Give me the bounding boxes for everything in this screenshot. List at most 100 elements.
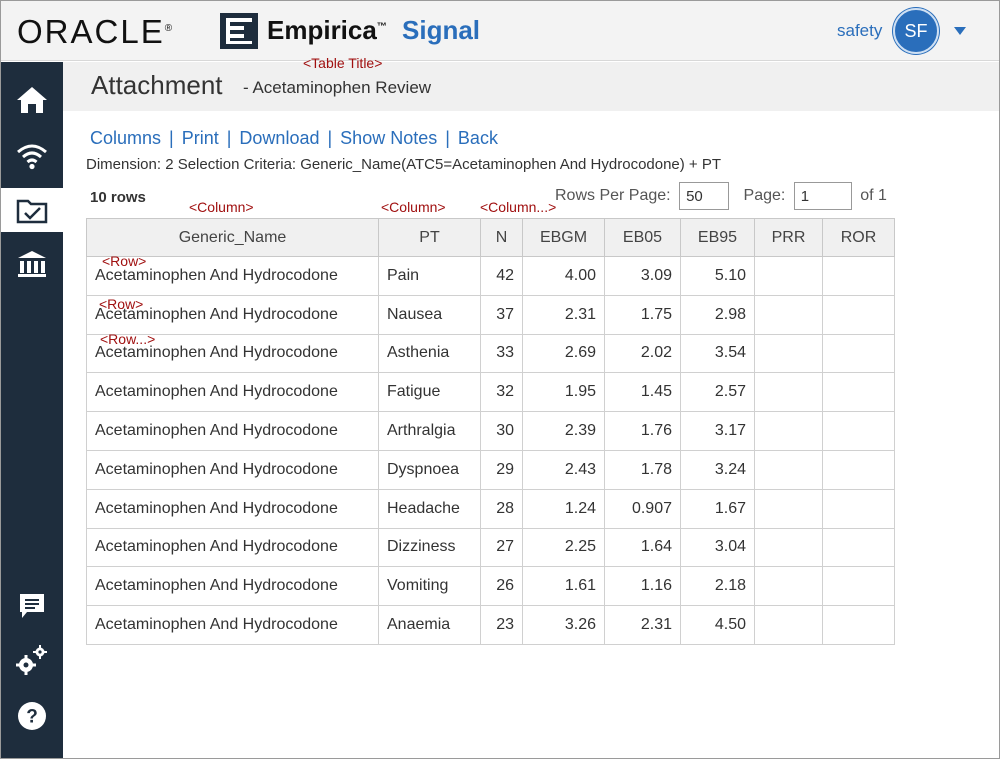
cell-pt: Anaemia [378, 605, 481, 645]
sidebar-item-help[interactable]: ? [1, 694, 63, 738]
cell-eb05: 2.31 [604, 605, 681, 645]
sidebar-item-comments[interactable] [1, 584, 63, 628]
cell-pt: Arthralgia [378, 411, 481, 451]
table-row[interactable]: Acetaminophen And Hydrocodone Nausea 37 … [86, 294, 895, 335]
cell-pt: Pain [378, 256, 481, 296]
cell-prr [754, 566, 823, 607]
annotation-column: <Column...> [480, 199, 557, 215]
cell-eb05: 3.09 [604, 256, 681, 296]
table-row[interactable]: Acetaminophen And Hydrocodone Dyspnoea 2… [86, 449, 895, 490]
cell-eb95: 3.17 [680, 411, 755, 451]
cell-ror [822, 566, 895, 607]
cell-pt: Dizziness [378, 527, 481, 568]
chevron-down-icon[interactable] [954, 27, 966, 35]
cell-prr [754, 411, 823, 451]
cell-n: 42 [480, 256, 523, 296]
cell-ebgm: 1.61 [522, 566, 605, 607]
columns-link[interactable]: Columns [90, 128, 161, 148]
sidebar-item-settings[interactable] [1, 638, 63, 682]
cell-prr [754, 605, 823, 645]
app-header: ORACLE® Empirica™ Signal safety SF [1, 1, 999, 61]
annotation-column: <Column> [381, 199, 446, 215]
comment-icon [20, 594, 44, 618]
cell-n: 23 [480, 605, 523, 645]
toolbar-separator: | [169, 128, 174, 148]
cell-ror [822, 488, 895, 529]
sidebar: ? [1, 62, 63, 758]
cell-ror [822, 449, 895, 490]
cell-eb95: 3.04 [680, 527, 755, 568]
sidebar-item-analytics[interactable] [1, 242, 63, 286]
column-header-prr[interactable]: PRR [754, 218, 823, 257]
cell-prr [754, 449, 823, 490]
cell-eb95: 3.54 [680, 333, 755, 374]
cell-pt: Fatigue [378, 372, 481, 413]
cell-ebgm: 2.69 [522, 333, 605, 374]
column-header-ror[interactable]: ROR [822, 218, 895, 257]
folder-check-icon [16, 199, 48, 224]
cell-prr [754, 333, 823, 374]
cell-eb95: 1.67 [680, 488, 755, 529]
download-link[interactable]: Download [239, 128, 319, 148]
home-icon [17, 87, 47, 113]
show-notes-link[interactable]: Show Notes [340, 128, 437, 148]
cell-eb95: 5.10 [680, 256, 755, 296]
table-row[interactable]: Acetaminophen And Hydrocodone Headache 2… [86, 488, 895, 529]
page-of-label: of 1 [860, 187, 887, 204]
cell-ror [822, 294, 895, 335]
column-header-n[interactable]: N [480, 218, 523, 257]
cell-prr [754, 372, 823, 413]
column-header-ebgm[interactable]: EBGM [522, 218, 605, 257]
gears-icon [16, 645, 47, 675]
user-avatar[interactable]: SF [893, 8, 939, 54]
cell-eb95: 2.98 [680, 294, 755, 335]
cell-generic-name: Acetaminophen And Hydrocodone [86, 488, 379, 529]
oracle-logo: ORACLE® [17, 13, 173, 50]
rows-per-page-input[interactable] [679, 182, 730, 210]
table-row[interactable]: Acetaminophen And Hydrocodone Arthralgia… [86, 411, 895, 451]
wifi-signal-icon [17, 144, 47, 170]
column-header-eb95[interactable]: EB95 [680, 218, 755, 257]
table-row[interactable]: Acetaminophen And Hydrocodone Dizziness … [86, 527, 895, 568]
column-header-generic-name[interactable]: Generic_Name [86, 218, 379, 257]
cell-eb05: 1.16 [604, 566, 681, 607]
table-row[interactable]: Acetaminophen And Hydrocodone Fatigue 32… [86, 372, 895, 413]
cell-ebgm: 1.95 [522, 372, 605, 413]
cell-eb95: 2.57 [680, 372, 755, 413]
sidebar-item-home[interactable] [1, 78, 63, 122]
back-link[interactable]: Back [458, 128, 498, 148]
cell-eb95: 3.24 [680, 449, 755, 490]
column-header-pt[interactable]: PT [378, 218, 481, 257]
table-row[interactable]: Acetaminophen And Hydrocodone Pain 42 4.… [86, 256, 895, 296]
cell-eb95: 2.18 [680, 566, 755, 607]
table-row[interactable]: Acetaminophen And Hydrocodone Vomiting 2… [86, 566, 895, 607]
page-input[interactable] [793, 182, 852, 210]
cell-n: 27 [480, 527, 523, 568]
cell-eb05: 1.75 [604, 294, 681, 335]
sidebar-item-signals[interactable] [1, 134, 63, 178]
cell-eb05: 1.76 [604, 411, 681, 451]
pagination: Rows Per Page: Page: of 1 [555, 182, 887, 210]
sidebar-item-reviews[interactable] [1, 188, 63, 232]
cell-pt: Vomiting [378, 566, 481, 607]
toolbar-separator: | [327, 128, 333, 148]
cell-prr [754, 294, 823, 335]
bank-chart-icon [18, 251, 46, 277]
cell-pt: Nausea [378, 294, 481, 335]
table-toolbar: Columns | Print | Download | Show Notes | Back [90, 128, 498, 149]
cell-pt: Headache [378, 488, 481, 529]
svg-text:?: ? [26, 707, 38, 728]
print-link[interactable]: Print [182, 128, 219, 148]
cell-n: 30 [480, 411, 523, 451]
cell-prr [754, 256, 823, 296]
cell-generic-name: Acetaminophen And Hydrocodone [86, 372, 379, 413]
table-row[interactable]: Acetaminophen And Hydrocodone Anaemia 23… [86, 605, 895, 645]
user-name-link[interactable]: safety [837, 21, 882, 41]
annotation-row: <Row> [99, 296, 144, 312]
table-row[interactable]: Acetaminophen And Hydrocodone Asthenia 3… [86, 333, 895, 374]
annotation-column: <Column> [189, 199, 254, 215]
column-header-eb05[interactable]: EB05 [604, 218, 681, 257]
signal-brand: Signal [402, 15, 481, 45]
cell-ror [822, 333, 895, 374]
cell-generic-name: Acetaminophen And Hydrocodone [86, 411, 379, 451]
